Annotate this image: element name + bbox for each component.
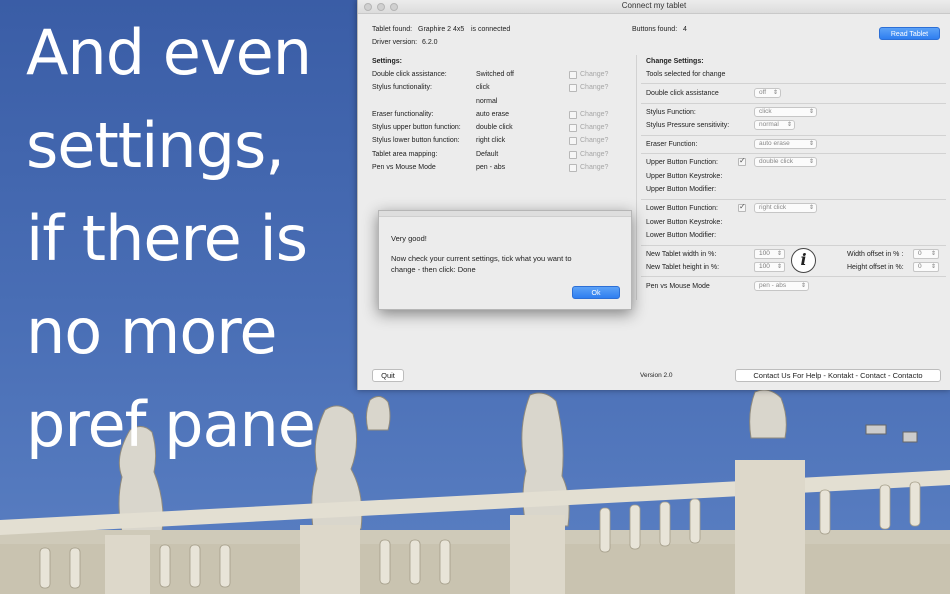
alert-dialog: Very good! Now check your current settin… xyxy=(378,210,632,310)
change-checkbox[interactable] xyxy=(569,151,577,159)
tablet-width-label: New Tablet width in %: xyxy=(646,251,717,258)
settings-heading: Settings: xyxy=(372,58,402,65)
driver-version-value: 6.2.0 xyxy=(422,39,438,46)
width-offset-stepper[interactable]: 0 xyxy=(913,249,939,259)
stylus-function-label: Stylus Function: xyxy=(646,109,696,116)
change-checkbox[interactable] xyxy=(569,124,577,132)
pen-mode-popup[interactable]: pen - abs xyxy=(754,281,809,291)
setting-label: Stylus functionality: xyxy=(372,84,432,91)
height-offset-label: Height offset in %: xyxy=(847,264,904,271)
change-label: Change? xyxy=(580,71,609,78)
change-label: Change? xyxy=(580,137,609,144)
pressure-popup[interactable]: normal xyxy=(754,120,795,130)
eraser-function-label: Eraser Function: xyxy=(646,141,698,148)
setting-label: Stylus upper button function: xyxy=(372,124,461,131)
window-content: Tablet found: Graphire 2 4x5 is connecte… xyxy=(358,15,950,390)
change-checkbox[interactable] xyxy=(569,71,577,79)
driver-version-label: Driver version: xyxy=(372,39,418,46)
setting-value: right click xyxy=(476,137,506,144)
lower-button-modifier-label: Lower Button Modifier: xyxy=(646,232,717,239)
setting-value: double click xyxy=(476,124,513,131)
setting-label: Double click assistance: xyxy=(372,71,447,78)
info-icon[interactable]: i xyxy=(791,248,816,273)
headline-line: pref pane xyxy=(26,388,316,461)
separator xyxy=(641,153,946,154)
double-click-popup[interactable]: off xyxy=(754,88,781,98)
quit-button[interactable]: Quit xyxy=(372,369,404,382)
height-offset-stepper[interactable]: 0 xyxy=(913,262,939,272)
version-label: Version 2.0 xyxy=(640,372,673,379)
tablet-name: Graphire 2 4x5 xyxy=(418,26,465,33)
headline-line: no more xyxy=(26,295,278,368)
pressure-label: Stylus Pressure sensitivity: xyxy=(646,122,730,129)
title-bar: Connect my tablet xyxy=(358,0,950,14)
change-checkbox[interactable] xyxy=(569,111,577,119)
ok-button[interactable]: Ok xyxy=(572,286,620,299)
headline-line: if there is xyxy=(26,202,308,275)
buttons-found-label: Buttons found: xyxy=(632,26,678,33)
setting-value: click xyxy=(476,84,490,91)
width-offset-label: Width offset in % : xyxy=(847,251,904,258)
setting-label: Eraser functionality: xyxy=(372,111,434,118)
tablet-height-stepper[interactable]: 100 xyxy=(754,262,785,272)
window-title: Connect my tablet xyxy=(621,1,687,10)
setting-label: Stylus lower button function: xyxy=(372,137,460,144)
lower-button-function-popup[interactable]: right click xyxy=(754,203,817,213)
lower-button-keystroke-label: Lower Button Keystroke: xyxy=(646,219,723,226)
separator xyxy=(641,83,946,84)
headline: And even settings, if there is no more p… xyxy=(26,6,356,471)
tablet-status: is connected xyxy=(471,26,511,33)
read-tablet-button[interactable]: Read Tablet xyxy=(879,27,940,40)
change-checkbox[interactable] xyxy=(569,164,577,172)
setting-value: auto erase xyxy=(476,111,510,118)
separator xyxy=(641,135,946,136)
stylus-function-popup[interactable]: click xyxy=(754,107,817,117)
double-click-label: Double click assistance xyxy=(646,90,719,97)
tablet-height-label: New Tablet height in %: xyxy=(646,264,720,271)
tablet-width-stepper[interactable]: 100 xyxy=(754,249,785,259)
dialog-message-line: change - then click: Done xyxy=(391,265,476,274)
upper-button-checkbox[interactable] xyxy=(738,156,746,166)
app-window: Connect my tablet Tablet found: Graphire… xyxy=(357,0,950,390)
change-label: Change? xyxy=(580,111,609,118)
change-checkbox[interactable] xyxy=(569,84,577,92)
setting-value: Switched off xyxy=(476,71,515,78)
pen-mode-label: Pen vs Mouse Mode xyxy=(646,283,710,290)
lower-button-checkbox[interactable] xyxy=(738,202,746,212)
contact-button[interactable]: Contact Us For Help - Kontakt - Contact … xyxy=(735,369,941,382)
headline-line: settings, xyxy=(26,109,285,182)
dialog-message-line: Now check your current settings, tick wh… xyxy=(391,254,572,263)
tools-selected-label: Tools selected for change xyxy=(646,71,726,78)
setting-value: normal xyxy=(476,98,498,105)
dialog-title: Very good! xyxy=(391,234,427,243)
upper-button-modifier-label: Upper Button Modifier: xyxy=(646,186,717,193)
change-label: Change? xyxy=(580,164,609,171)
separator xyxy=(641,103,946,104)
change-label: Change? xyxy=(580,124,609,131)
change-checkbox[interactable] xyxy=(569,137,577,145)
change-heading: Change Settings: xyxy=(646,58,704,65)
headline-line: And even xyxy=(26,16,312,89)
change-label: Change? xyxy=(580,84,609,91)
tablet-found-label: Tablet found: xyxy=(372,26,413,33)
upper-button-keystroke-label: Upper Button Keystroke: xyxy=(646,173,723,180)
separator xyxy=(641,199,946,200)
column-divider xyxy=(636,55,637,300)
separator xyxy=(641,276,946,277)
upper-button-function-label: Upper Button Function: xyxy=(646,159,718,166)
upper-button-function-popup[interactable]: double click xyxy=(754,157,817,167)
buttons-found-value: 4 xyxy=(683,26,687,33)
lower-button-function-label: Lower Button Function: xyxy=(646,205,718,212)
setting-value: Default xyxy=(476,151,499,158)
separator xyxy=(641,245,946,246)
setting-label: Tablet area mapping: xyxy=(372,151,438,158)
setting-label: Pen vs Mouse Mode xyxy=(372,164,436,171)
setting-value: pen - abs xyxy=(476,164,506,171)
dialog-top-bar xyxy=(379,211,631,217)
eraser-function-popup[interactable]: auto erase xyxy=(754,139,817,149)
change-label: Change? xyxy=(580,151,609,158)
